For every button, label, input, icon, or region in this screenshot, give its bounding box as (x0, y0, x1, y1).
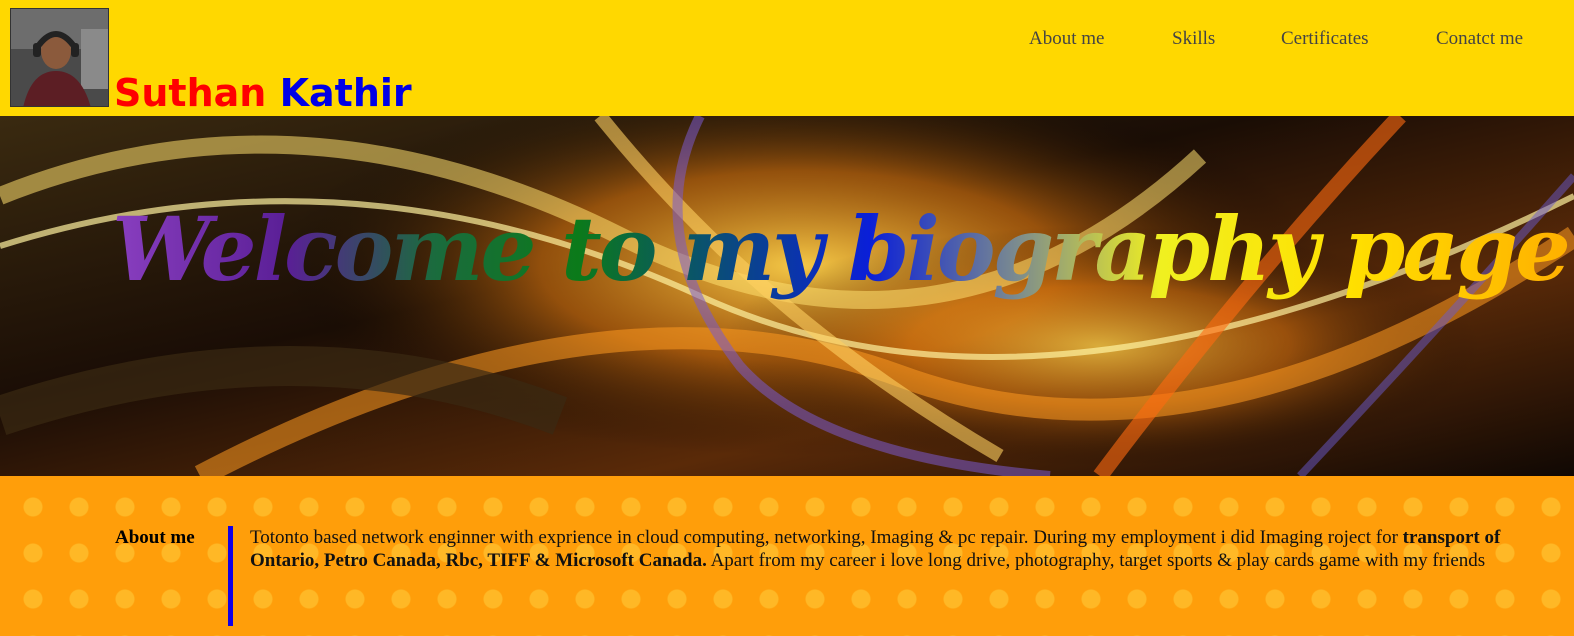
hero-title: Welcome to my biography page (112, 194, 1571, 304)
about-text: Totonto based network enginner with expr… (250, 526, 1540, 572)
about-text-hobbies: Apart from my career i love long drive, … (706, 550, 1486, 571)
about-text-intro: Totonto based network enginner with expr… (250, 527, 1403, 548)
site-title: Suthan Kathir (114, 70, 412, 116)
last-name: Kathir (279, 71, 412, 115)
site-header: Suthan Kathir About me Skills Certificat… (0, 0, 1574, 116)
nav-about-me[interactable]: About me (1029, 28, 1104, 50)
first-name: Suthan (114, 71, 267, 115)
nav-contact-me[interactable]: Conatct me (1436, 28, 1523, 50)
hero-banner: Welcome to my biography page (0, 116, 1574, 476)
about-section: About me Totonto based network enginner … (0, 476, 1574, 636)
profile-photo-icon (11, 9, 108, 106)
nav-certificates[interactable]: Certificates (1281, 28, 1369, 50)
nav-skills[interactable]: Skills (1172, 28, 1215, 50)
divider (228, 526, 233, 626)
about-heading: About me (115, 527, 195, 548)
avatar (10, 8, 109, 107)
